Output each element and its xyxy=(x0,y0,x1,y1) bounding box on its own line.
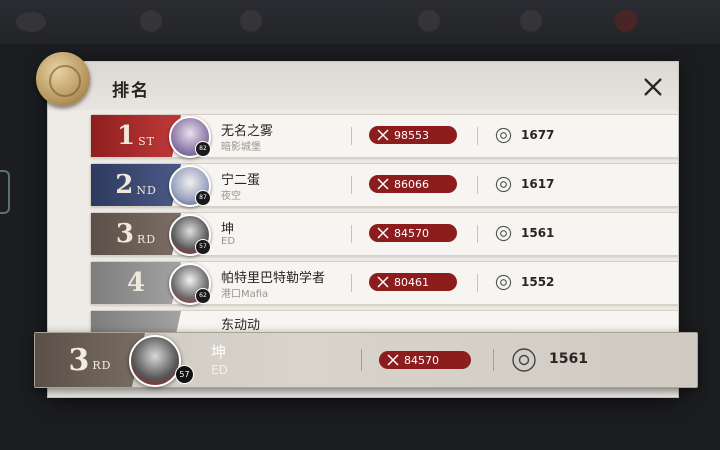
ranking-row-3[interactable]: 3 RD 57 坤 ED 84570 1561 xyxy=(90,212,678,256)
compass-badge-icon xyxy=(495,127,512,144)
crossed-swords-icon xyxy=(377,227,389,239)
background-top-bar xyxy=(0,0,720,44)
power-pill: 86066 xyxy=(369,175,457,193)
guild-name: ED xyxy=(221,236,236,247)
player-name: 帕特里巴特勒学者 xyxy=(221,271,326,286)
score-value: 1617 xyxy=(521,177,555,191)
power-pill: 98553 xyxy=(369,126,457,144)
power-value: 98553 xyxy=(394,128,429,142)
power-value: 84570 xyxy=(404,353,439,367)
rank-number: 3 xyxy=(68,342,90,378)
score-value: 1561 xyxy=(549,351,588,367)
wax-seal-icon xyxy=(36,52,90,106)
compass-badge-icon xyxy=(495,274,512,291)
level-badge: 82 xyxy=(195,141,211,157)
divider xyxy=(351,225,352,243)
player-name: 坤 xyxy=(211,343,227,361)
power-pill: 84570 xyxy=(369,224,457,242)
ranking-row-4[interactable]: 4 62 帕特里巴特勒学者 港口Mafia 80461 1552 xyxy=(90,261,678,305)
player-name: 宁二蛋 xyxy=(221,173,261,188)
power-value: 80461 xyxy=(394,275,429,289)
guild-name: 暗影城堡 xyxy=(221,142,261,153)
crossed-swords-icon xyxy=(377,129,389,141)
guild-name: 港口Mafia xyxy=(221,289,269,300)
rank-badge: 3 RD xyxy=(91,213,181,255)
background-menu-icon xyxy=(418,10,440,32)
power-value: 84570 xyxy=(394,226,429,240)
divider xyxy=(361,349,362,371)
rank-number: 1 xyxy=(117,121,136,151)
my-ranking-bar: 3 RD 57 坤 ED 84570 1561 xyxy=(34,332,698,388)
level-badge: 57 xyxy=(175,365,194,384)
divider xyxy=(477,274,478,292)
divider xyxy=(477,176,478,194)
background-menu-icon xyxy=(140,10,162,32)
power-pill: 84570 xyxy=(379,351,471,369)
ranking-row-1[interactable]: 1 ST 82 无名之雾 暗影城堡 98553 1677 xyxy=(90,114,678,158)
ranking-row-2[interactable]: 2 ND 87 宁二蛋 夜空 86066 1617 xyxy=(90,163,678,207)
divider xyxy=(351,274,352,292)
rank-suffix: ST xyxy=(138,134,155,148)
rank-suffix: ND xyxy=(136,183,157,197)
level-badge: 57 xyxy=(195,239,211,255)
divider xyxy=(477,225,478,243)
background-menu-icon xyxy=(240,10,262,32)
crossed-swords-icon xyxy=(377,178,389,190)
panel-title: 排名 xyxy=(112,81,150,101)
divider xyxy=(351,127,352,145)
compass-badge-icon xyxy=(495,176,512,193)
rank-suffix: RD xyxy=(92,358,112,372)
rank-badge: 4 xyxy=(91,262,181,304)
background-menu-icon xyxy=(520,10,542,32)
divider xyxy=(477,127,478,145)
player-name: 无名之雾 xyxy=(221,124,274,139)
score-value: 1677 xyxy=(521,128,555,142)
rank-number: 3 xyxy=(115,219,134,249)
avatar xyxy=(129,335,181,387)
player-name: 东动动 xyxy=(221,318,261,333)
background-menu-icon xyxy=(16,12,46,32)
guild-name: 夜空 xyxy=(221,191,241,202)
rank-badge: 1 ST xyxy=(91,115,181,157)
divider xyxy=(351,176,352,194)
close-button[interactable] xyxy=(638,72,668,102)
background-side-tab xyxy=(0,170,10,214)
rank-number: 2 xyxy=(115,170,134,200)
score-value: 1561 xyxy=(521,226,555,240)
background-menu-icon xyxy=(615,10,637,32)
level-badge: 87 xyxy=(195,190,211,206)
player-name: 坤 xyxy=(221,222,235,237)
rank-badge: 2 ND xyxy=(91,164,181,206)
panel-header: 排名 xyxy=(48,62,678,110)
rank-suffix: RD xyxy=(136,232,157,246)
level-badge: 62 xyxy=(195,288,211,304)
guild-name: ED xyxy=(211,363,228,377)
power-pill: 80461 xyxy=(369,273,457,291)
score-value: 1552 xyxy=(521,275,555,289)
compass-badge-icon xyxy=(495,225,512,242)
crossed-swords-icon xyxy=(387,354,399,366)
close-icon xyxy=(644,78,662,96)
rank-number: 4 xyxy=(126,268,146,298)
power-value: 86066 xyxy=(394,177,429,191)
compass-badge-icon xyxy=(512,348,536,372)
divider xyxy=(493,349,494,371)
crossed-swords-icon xyxy=(377,276,389,288)
